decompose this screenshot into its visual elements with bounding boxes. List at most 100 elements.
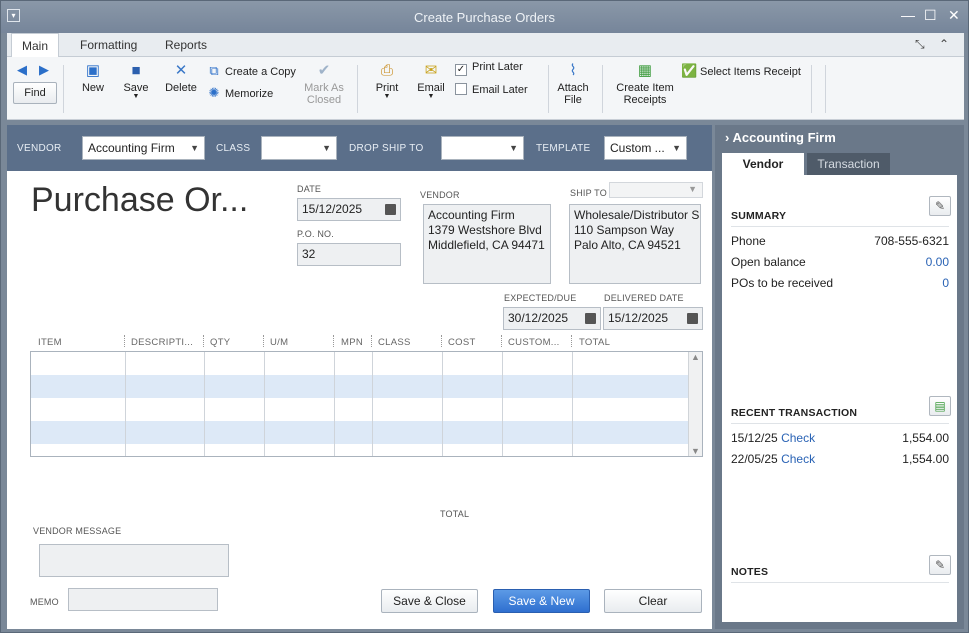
vendor-message-field[interactable] xyxy=(39,544,229,577)
table-row[interactable] xyxy=(31,352,688,375)
summary-value: 708-555-6321 xyxy=(874,234,949,248)
chevron-right-icon[interactable]: › xyxy=(725,130,729,145)
save-new-button[interactable]: Save & New xyxy=(493,589,590,613)
save-close-button[interactable]: Save & Close xyxy=(381,589,478,613)
new-button[interactable]: ▣ New xyxy=(77,62,109,94)
column-header-cost[interactable]: COST xyxy=(448,337,476,348)
table-row[interactable] xyxy=(31,421,688,444)
print-later-checkbox[interactable]: ✓ Print Later xyxy=(455,61,523,76)
memo-field[interactable] xyxy=(68,588,218,611)
column-header-customer[interactable]: CUSTOM... xyxy=(508,337,560,348)
line-items-table[interactable]: ▲ ▼ xyxy=(30,351,703,457)
report-icon[interactable]: ▤ xyxy=(929,396,951,416)
chevron-down-icon: ▼ xyxy=(688,184,697,194)
date-field[interactable]: 15/12/2025 xyxy=(297,198,401,221)
email-button[interactable]: ✉ Email ▼ xyxy=(415,62,447,100)
recent-transaction-heading: RECENT TRANSACTION xyxy=(731,407,858,419)
column-divider xyxy=(124,335,125,347)
checkbox-unchecked[interactable] xyxy=(455,83,467,95)
column-header-description[interactable]: DESCRIPTI... xyxy=(131,337,193,348)
new-document-icon: ▣ xyxy=(85,62,101,79)
ship-to-address-field[interactable]: Wholesale/Distributor S 110 Sampson Way … xyxy=(569,204,701,284)
minimize-icon[interactable]: — xyxy=(901,7,915,23)
summary-value-link[interactable]: 0 xyxy=(942,276,949,290)
po-number-field[interactable]: 32 xyxy=(297,243,401,266)
calendar-icon[interactable] xyxy=(585,313,596,324)
scroll-down-icon[interactable]: ▼ xyxy=(691,446,700,456)
find-button[interactable]: Find xyxy=(13,82,57,104)
table-row[interactable] xyxy=(31,398,688,421)
separator xyxy=(602,65,603,113)
save-dropdown-icon: ▼ xyxy=(132,93,140,100)
calendar-icon[interactable] xyxy=(687,313,698,324)
date-label: DATE xyxy=(297,184,322,194)
transaction-amount: 1,554.00 xyxy=(902,431,949,445)
delete-label: Delete xyxy=(165,82,197,94)
print-button[interactable]: ⎙ Print ▼ xyxy=(371,62,403,100)
vendor-dropdown[interactable]: Accounting Firm ▼ xyxy=(82,136,205,160)
select-items-receipt-button[interactable]: ✅ Select Items Receipt xyxy=(681,63,801,79)
edit-notes-pencil-icon[interactable]: ✎ xyxy=(929,555,951,575)
attach-file-button[interactable]: ⌇ Attach File xyxy=(554,62,592,106)
column-divider xyxy=(371,335,372,347)
column-header-mpn[interactable]: MPN xyxy=(341,337,363,348)
expected-value: 30/12/2025 xyxy=(508,311,569,325)
purchase-order-form: Purchase Or... DATE 15/12/2025 P.O. NO. … xyxy=(7,171,712,629)
purchase-order-window: ▾ Create Purchase Orders — ☐ ✕ Main Form… xyxy=(0,0,969,633)
tab-vendor[interactable]: Vendor xyxy=(722,153,804,175)
calendar-icon[interactable] xyxy=(385,204,396,215)
column-header-qty[interactable]: QTY xyxy=(210,337,230,348)
tab-main[interactable]: Main xyxy=(11,33,60,58)
side-panel-heading[interactable]: › Accounting Firm xyxy=(725,130,836,145)
summary-value-link[interactable]: 0.00 xyxy=(926,255,949,269)
template-label: TEMPLATE xyxy=(536,143,591,154)
drop-ship-dropdown[interactable]: ▼ xyxy=(441,136,524,160)
column-header-total[interactable]: TOTAL xyxy=(579,337,610,348)
create-copy-button[interactable]: ⧉ Create a Copy xyxy=(206,63,296,79)
column-header-um[interactable]: U/M xyxy=(270,337,288,348)
ship-to-label: SHIP TO xyxy=(570,188,607,198)
scroll-up-icon[interactable]: ▲ xyxy=(691,352,700,362)
transaction-type-link[interactable]: Check xyxy=(781,452,815,466)
class-dropdown[interactable]: ▼ xyxy=(261,136,337,160)
ship-to-dropdown[interactable]: ▼ xyxy=(609,182,703,198)
clear-button[interactable]: Clear xyxy=(604,589,702,613)
create-item-receipts-button[interactable]: ▦ Create Item Receipts xyxy=(610,62,680,106)
expand-icon[interactable]: ⤡ xyxy=(915,37,925,52)
expected-date-field[interactable]: 30/12/2025 xyxy=(503,307,601,330)
column-header-class[interactable]: CLASS xyxy=(378,337,411,348)
next-arrow-icon[interactable]: ▶ xyxy=(39,62,49,78)
column-line xyxy=(264,352,265,456)
tab-reports[interactable]: Reports xyxy=(155,33,217,57)
collapse-ribbon-icon[interactable]: ⌃ xyxy=(939,37,949,51)
total-label: TOTAL xyxy=(440,509,470,519)
email-later-checkbox[interactable]: Email Later xyxy=(455,83,528,96)
mark-as-closed-label-2: Closed xyxy=(306,94,342,106)
vertical-scrollbar[interactable]: ▲ ▼ xyxy=(688,352,702,456)
previous-arrow-icon[interactable]: ◀ xyxy=(17,62,27,78)
recent-transaction-row: 15/12/25 Check 1,554.00 xyxy=(731,431,949,445)
mark-as-closed-button[interactable]: ✔ Mark As Closed xyxy=(301,62,347,106)
tab-transaction[interactable]: Transaction xyxy=(807,153,890,175)
save-button[interactable]: ■ Save ▼ xyxy=(120,62,152,100)
po-number-label: P.O. NO. xyxy=(297,229,334,239)
print-dropdown-icon: ▼ xyxy=(383,93,391,100)
checkbox-checked[interactable]: ✓ xyxy=(455,64,467,76)
printer-icon: ⎙ xyxy=(380,62,393,79)
delivered-date-field[interactable]: 15/12/2025 xyxy=(603,307,703,330)
tab-formatting[interactable]: Formatting xyxy=(70,33,147,57)
transaction-type-link[interactable]: Check xyxy=(781,431,815,445)
close-icon[interactable]: ✕ xyxy=(948,7,960,24)
vendor-address-field[interactable]: Accounting Firm 1379 Westshore Blvd Midd… xyxy=(423,204,551,284)
envelope-icon: ✉ xyxy=(424,62,438,79)
template-dropdown[interactable]: Custom ... ▼ xyxy=(604,136,687,160)
delete-button[interactable]: ✕ Delete xyxy=(164,62,198,94)
maximize-icon[interactable]: ☐ xyxy=(924,7,937,24)
divider xyxy=(731,226,949,227)
table-row[interactable] xyxy=(31,375,688,398)
delivered-label: DELIVERED DATE xyxy=(604,293,684,303)
column-header-item[interactable]: ITEM xyxy=(38,337,62,348)
column-line xyxy=(204,352,205,456)
memorize-button[interactable]: ✺ Memorize xyxy=(206,85,274,101)
edit-pencil-icon[interactable]: ✎ xyxy=(929,196,951,216)
